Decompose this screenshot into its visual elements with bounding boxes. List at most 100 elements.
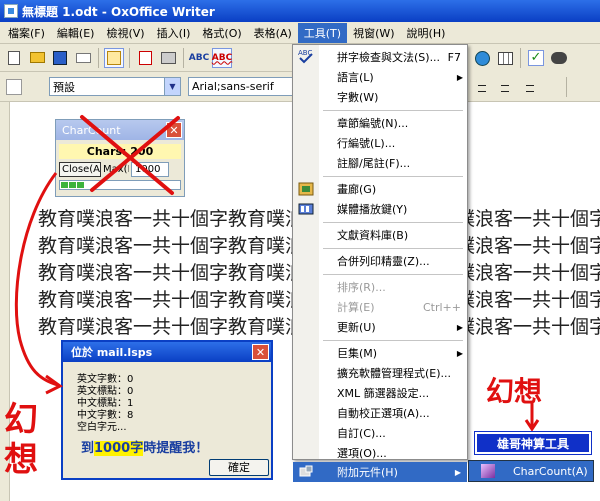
- align-right-button[interactable]: [518, 77, 538, 97]
- chevron-down-icon[interactable]: ▼: [164, 78, 180, 95]
- menu-item-macros[interactable]: 巨集(M) ▶: [293, 343, 469, 363]
- styles-icon: [6, 78, 22, 95]
- menu-item-addons[interactable]: 附加元件(H) ▶: [293, 462, 467, 482]
- autospellcheck-button[interactable]: ABC: [211, 47, 233, 68]
- standard-toolbar-right: ✓: [468, 44, 600, 72]
- export-pdf-button[interactable]: [135, 48, 155, 68]
- charcount-progress-bar: [59, 180, 181, 190]
- charcount-max-input[interactable]: 1000: [131, 162, 169, 177]
- stat-line: 英文標點：0: [77, 386, 134, 397]
- menu-item-update[interactable]: 更新(U) ▶: [293, 317, 469, 337]
- save-button[interactable]: [50, 48, 70, 68]
- find-button[interactable]: [549, 48, 569, 68]
- menu-edit[interactable]: 編輯(E): [51, 23, 101, 43]
- submenu-arrow-icon: ▶: [454, 467, 461, 477]
- annotation-fantasy-left: 幻想: [4, 400, 38, 480]
- menu-item-gallery[interactable]: 畫廊(G): [293, 179, 469, 199]
- arrow-head: [524, 419, 540, 432]
- arrow-head: [45, 374, 63, 395]
- menubar: 檔案(F) 編輯(E) 檢視(V) 插入(I) 格式(O) 表格(A) 工具(T…: [0, 22, 600, 44]
- edit-mode-button[interactable]: [104, 47, 124, 68]
- spellcheck-icon: ABC: [298, 48, 314, 64]
- open-button[interactable]: [27, 48, 47, 68]
- new-document-icon: [8, 50, 20, 65]
- styles-button[interactable]: [4, 77, 24, 97]
- charcount-title: CharCount: [62, 123, 121, 137]
- binoculars-icon: [551, 52, 567, 64]
- menu-item-media-player[interactable]: 媒體播放鍵(Y): [293, 199, 469, 219]
- menu-item-outline-numbering[interactable]: 章節編號(N)...: [293, 113, 469, 133]
- email-icon: [75, 52, 91, 63]
- menu-item-options[interactable]: 選項(O)...: [293, 443, 469, 463]
- menu-item-language[interactable]: 語言(L) ▶: [293, 67, 469, 87]
- dialog-titlebar[interactable]: 位於 mail.lsps ✕: [63, 342, 271, 362]
- charcount-titlebar[interactable]: CharCount ✕: [56, 120, 184, 140]
- menu-item-xml-filter[interactable]: XML 篩選器設定...: [293, 383, 469, 403]
- close-icon[interactable]: ✕: [166, 122, 182, 138]
- menu-item-mail-merge[interactable]: 合併列印精靈(Z)...: [293, 251, 469, 271]
- menu-item-autocorrect[interactable]: 自動校正選項(A)...: [293, 403, 469, 423]
- media-player-icon: [298, 201, 314, 217]
- charcount-toggle-button[interactable]: ✓: [526, 48, 546, 68]
- addons-submenu-charcount[interactable]: CharCount(A): [468, 460, 594, 482]
- dialog-title: 位於 mail.lsps: [71, 346, 153, 359]
- stat-line: 中文字數：8: [77, 410, 134, 421]
- charcount-value: Chars: 200: [59, 144, 181, 159]
- pdf-icon: [138, 50, 152, 65]
- toolbar-separator: [129, 47, 130, 68]
- charcount-close-button[interactable]: Close(A): [59, 162, 101, 177]
- table-icon: [497, 51, 513, 65]
- ok-button[interactable]: 確定: [209, 459, 269, 476]
- menu-item-line-numbering[interactable]: 行編號(L)...: [293, 133, 469, 153]
- menu-format[interactable]: 格式(O): [196, 23, 247, 43]
- paragraph-style-value: 預設: [53, 80, 75, 94]
- edit-file-icon: [107, 50, 121, 65]
- menu-table[interactable]: 表格(A): [248, 23, 298, 43]
- addons-icon: [298, 464, 314, 480]
- toolbar-separator: [520, 48, 521, 68]
- close-icon[interactable]: ✕: [252, 344, 269, 360]
- align-center-button[interactable]: [495, 77, 515, 97]
- toolbar-separator: [566, 76, 567, 97]
- stat-line: 空白字元...: [77, 422, 127, 433]
- menu-item-spellcheck[interactable]: ABC 拼字檢查與文法(S)... F7: [293, 47, 469, 67]
- stat-line: 中文標點：1: [77, 398, 134, 409]
- menu-item-extension-manager[interactable]: 擴充軟體管理程式(E)...: [293, 363, 469, 383]
- align-left-button[interactable]: [472, 77, 492, 97]
- menu-item-wordcount[interactable]: 字數(W): [293, 87, 469, 107]
- window-title: 無標題 1.odt - OxOffice Writer: [22, 4, 215, 19]
- charcount-icon: [481, 464, 495, 478]
- menu-item-calculate: 計算(E) Ctrl++: [337, 300, 461, 315]
- menu-insert[interactable]: 插入(I): [151, 23, 197, 43]
- menu-view[interactable]: 檢視(V): [100, 23, 150, 43]
- paragraph-style-select[interactable]: 預設 ▼: [49, 77, 181, 96]
- submenu-arrow-icon: ▶: [456, 322, 463, 332]
- reminder-dialog: 位於 mail.lsps ✕ 英文字數：0 英文標點：0 中文標點：1 中文字數…: [61, 340, 273, 480]
- annotation-tool-label: 雄哥神算工具: [474, 431, 592, 455]
- checkmark-icon: ✓: [528, 50, 544, 66]
- menu-item-footnotes[interactable]: 註腳/尾註(F)...: [293, 153, 469, 173]
- formatting-toolbar-right: [468, 72, 600, 102]
- stat-line: 英文字數：0: [77, 374, 134, 385]
- spellcheck-button[interactable]: ABC: [189, 48, 209, 68]
- spellcheck-icon: ABC: [188, 52, 210, 63]
- navigator-button[interactable]: [472, 48, 492, 68]
- menu-item-sort: 排序(R)...: [337, 281, 386, 294]
- new-document-button[interactable]: [4, 48, 24, 68]
- menu-help[interactable]: 說明(H): [401, 23, 452, 43]
- submenu-arrow-icon: ▶: [456, 72, 463, 82]
- email-button[interactable]: [73, 48, 93, 68]
- submenu-arrow-icon: ▶: [456, 348, 463, 358]
- autospellcheck-icon: ABC: [211, 52, 233, 63]
- menu-file[interactable]: 檔案(F): [2, 23, 51, 43]
- table-button[interactable]: [495, 48, 515, 68]
- menu-item-customize[interactable]: 自訂(C)...: [293, 423, 469, 443]
- menu-tools[interactable]: 工具(T): [297, 22, 348, 43]
- document-app-icon: [4, 4, 18, 18]
- menu-window[interactable]: 視窗(W): [347, 23, 400, 43]
- menu-item-bibliography[interactable]: 文獻資料庫(B): [293, 225, 469, 245]
- print-button[interactable]: [158, 48, 178, 68]
- align-justify-button[interactable]: [541, 77, 561, 97]
- font-name-value: Arial;sans-serif: [192, 80, 274, 93]
- font-name-select[interactable]: Arial;sans-serif: [188, 77, 308, 96]
